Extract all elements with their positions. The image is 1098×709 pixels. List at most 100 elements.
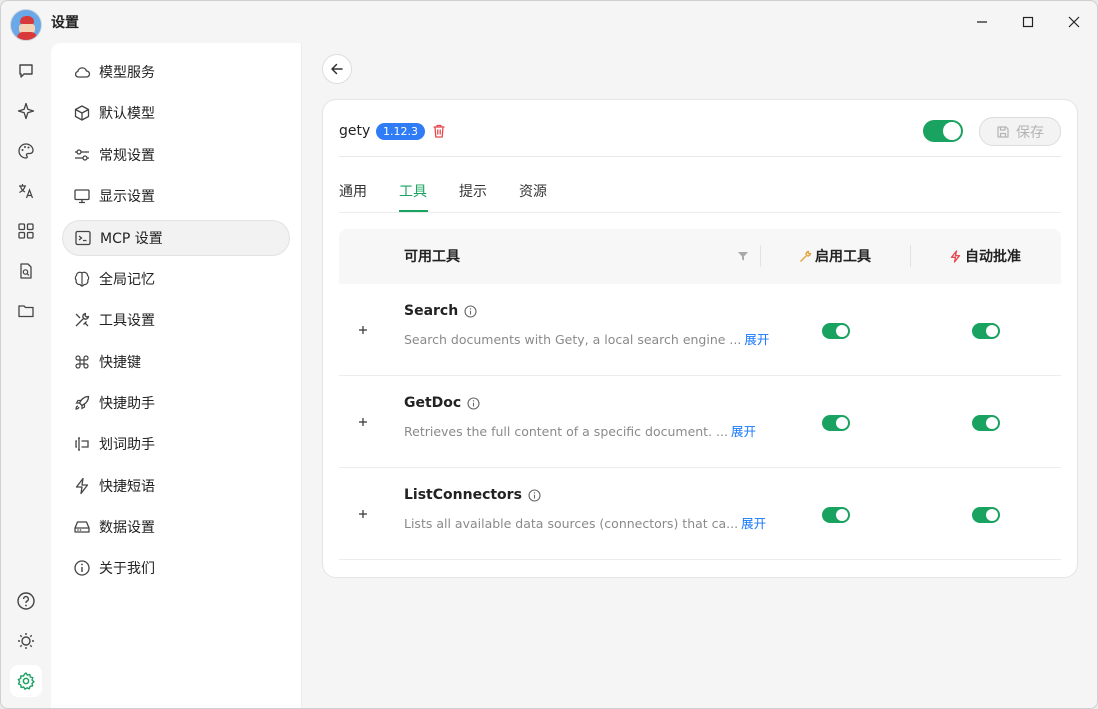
rail-chat-button[interactable] <box>10 55 42 87</box>
apps-grid-icon <box>18 223 34 239</box>
rail-theme-button[interactable] <box>10 625 42 657</box>
menu-item-label: 工具设置 <box>99 313 155 329</box>
column-header-auto-approve: 自动批准 <box>949 246 1021 266</box>
rail-translate-button[interactable] <box>10 175 42 207</box>
menu-item-selection-assistant[interactable]: 划词助手 <box>62 426 290 462</box>
info-icon[interactable] <box>467 396 480 410</box>
save-button[interactable]: 保存 <box>979 117 1061 146</box>
tool-name: Search <box>404 303 477 319</box>
terminal-icon <box>74 229 92 247</box>
tool-enabled-toggle[interactable] <box>822 415 850 431</box>
expand-row-button[interactable] <box>357 508 369 520</box>
menu-item-label: 全局记忆 <box>99 272 155 288</box>
menu-item-label: MCP 设置 <box>100 231 163 247</box>
zap-icon <box>950 249 961 263</box>
menu-item-general-settings[interactable]: 常规设置 <box>62 137 290 173</box>
window-title: 设置 <box>51 15 79 31</box>
menu-item-shortcuts[interactable]: 快捷键 <box>62 344 290 380</box>
menu-item-label: 模型服务 <box>99 65 155 81</box>
menu-item-label: 快捷键 <box>99 355 141 371</box>
settings-icon <box>17 672 35 690</box>
rail-files-button[interactable] <box>10 295 42 327</box>
translate-icon <box>19 184 34 199</box>
info-icon <box>73 559 91 577</box>
tool-description-text: Search documents with Gety, a local sear… <box>404 332 742 347</box>
menu-item-model-service[interactable]: 模型服务 <box>62 54 290 90</box>
expand-row-button[interactable] <box>357 416 369 428</box>
column-separator <box>910 245 911 267</box>
rail-knowledge-button[interactable] <box>10 255 42 287</box>
column-header-enable: 启用工具 <box>799 246 871 266</box>
cloud-icon <box>73 63 91 81</box>
table-row: ListConnectors Lists all available data … <box>339 468 1061 560</box>
drive-icon <box>73 518 91 536</box>
tab-resources[interactable]: 资源 <box>519 181 547 201</box>
tool-name: GetDoc <box>404 395 480 411</box>
info-icon[interactable] <box>464 304 477 318</box>
expand-description-link[interactable]: 展开 <box>731 424 756 439</box>
trash-icon <box>433 124 445 138</box>
expand-row-button[interactable] <box>357 324 369 336</box>
text-cursor-icon <box>73 435 91 453</box>
rail-paintings-button[interactable] <box>10 135 42 167</box>
tool-enabled-toggle[interactable] <box>822 323 850 339</box>
brightness-icon <box>18 633 34 649</box>
menu-item-quick-assistant[interactable]: 快捷助手 <box>62 385 290 421</box>
tool-name-text: GetDoc <box>404 395 462 411</box>
divider <box>339 156 1061 157</box>
tab-general[interactable]: 通用 <box>339 181 367 201</box>
auto-approve-toggle[interactable] <box>972 415 1000 431</box>
save-label: 保存 <box>1016 124 1044 141</box>
expand-description-link[interactable]: 展开 <box>744 332 769 347</box>
arrow-left-icon <box>331 63 343 75</box>
menu-item-data-settings[interactable]: 数据设置 <box>62 509 290 545</box>
delete-server-button[interactable] <box>431 123 447 139</box>
tool-description-text: Retrieves the full content of a specific… <box>404 424 728 439</box>
expand-description-link[interactable]: 展开 <box>741 516 766 531</box>
filter-button[interactable] <box>737 250 749 262</box>
menu-item-default-model[interactable]: 默认模型 <box>62 95 290 131</box>
close-button[interactable] <box>1059 9 1089 35</box>
minimize-button[interactable] <box>967 9 997 35</box>
menu-item-label: 默认模型 <box>99 106 155 122</box>
document-search-icon <box>20 263 32 279</box>
filter-icon <box>738 252 748 261</box>
tool-description: Lists all available data sources (connec… <box>404 513 766 532</box>
auto-approve-toggle[interactable] <box>972 323 1000 339</box>
rocket-icon <box>73 394 91 412</box>
rail-apps-button[interactable] <box>10 215 42 247</box>
maximize-button[interactable] <box>1013 9 1043 35</box>
tool-name-text: Search <box>404 303 459 319</box>
server-enabled-toggle[interactable] <box>923 120 963 142</box>
tab-tools[interactable]: 工具 <box>399 181 427 201</box>
folder-icon <box>18 305 34 318</box>
menu-item-mcp-settings[interactable]: MCP 设置 <box>62 220 290 256</box>
info-icon[interactable] <box>528 488 541 502</box>
rail-settings-button[interactable] <box>10 665 42 697</box>
menu-item-about[interactable]: 关于我们 <box>62 550 290 586</box>
menu-item-display-settings[interactable]: 显示设置 <box>62 178 290 214</box>
auto-approve-toggle[interactable] <box>972 507 1000 523</box>
settings-menu: 模型服务 默认模型 常规设置 显示设置 MCP 设置 全局记忆 工具设置 快捷键… <box>51 43 302 708</box>
column-header-enable-label: 启用工具 <box>815 249 871 265</box>
menu-item-quick-phrases[interactable]: 快捷短语 <box>62 468 290 504</box>
command-icon <box>73 353 91 371</box>
settings-window: 设置 模型服务 默认模型 常规设置 显示设置 MCP 设置 全局记忆 工具设置 … <box>0 0 1098 709</box>
sparkle-icon <box>17 102 35 120</box>
tab-prompts[interactable]: 提示 <box>459 181 487 201</box>
menu-item-global-memory[interactable]: 全局记忆 <box>62 261 290 297</box>
tool-enabled-toggle[interactable] <box>822 507 850 523</box>
menu-item-tool-settings[interactable]: 工具设置 <box>62 302 290 338</box>
back-button[interactable] <box>322 54 352 84</box>
tool-name-text: ListConnectors <box>404 487 522 503</box>
cube-icon <box>73 104 91 122</box>
palette-icon <box>18 143 34 159</box>
rail-agents-button[interactable] <box>10 95 42 127</box>
column-header-auto-approve-label: 自动批准 <box>965 249 1021 265</box>
title-bar: 设置 <box>1 1 1097 43</box>
mcp-server-card: gety 1.12.3 保存 通用 工具 提示 资源 可用工具 启用工具 自动批… <box>322 99 1078 578</box>
tool-name: ListConnectors <box>404 487 541 503</box>
column-header-tools: 可用工具 <box>404 249 460 265</box>
rail-help-button[interactable] <box>10 585 42 617</box>
user-avatar[interactable] <box>10 9 42 41</box>
